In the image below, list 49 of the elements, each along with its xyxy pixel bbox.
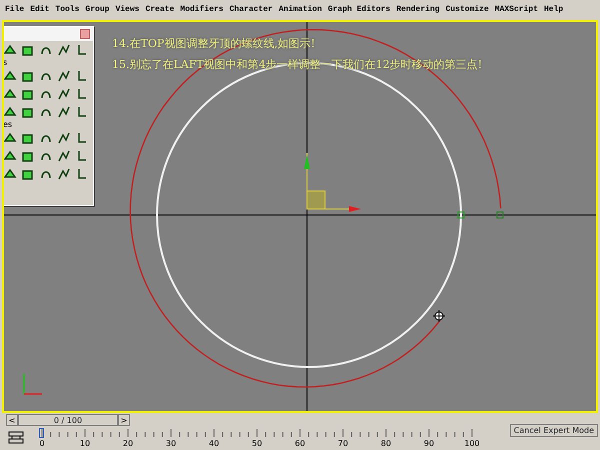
tool-icon[interactable] — [4, 167, 17, 181]
frame-number: 80 — [380, 438, 392, 450]
tool-icon[interactable] — [57, 105, 71, 119]
menu-item[interactable]: Group — [85, 4, 110, 16]
menu-item[interactable]: Modifiers — [180, 4, 224, 16]
menu-item[interactable]: Create — [145, 4, 174, 16]
frame-number: 70 — [338, 438, 348, 450]
frame-number: 50 — [252, 438, 262, 450]
tool-icon[interactable] — [4, 105, 17, 119]
move-cursor-icon — [432, 310, 446, 322]
menu-item[interactable]: Tools — [55, 4, 80, 16]
frame-number: 0 — [39, 438, 45, 450]
menu-item[interactable]: Rendering — [396, 4, 440, 16]
menu-item[interactable]: Character — [229, 4, 273, 16]
tool-icon[interactable] — [57, 87, 71, 101]
vertex-marker[interactable] — [458, 212, 464, 218]
world-axis-icon — [23, 374, 42, 395]
key-filter-icon[interactable] — [8, 430, 24, 444]
frame-number: 20 — [122, 438, 134, 450]
menu-item[interactable]: File — [5, 4, 24, 16]
previous-frame-button[interactable]: < — [6, 414, 18, 426]
menu-item[interactable]: Animation — [278, 4, 322, 16]
menu-item[interactable]: Views — [115, 4, 140, 16]
menu-item[interactable]: Help — [544, 4, 564, 16]
vertex-marker[interactable] — [496, 212, 504, 218]
tool-icon[interactable] — [57, 131, 71, 145]
menu-item[interactable]: MAXScript — [494, 4, 538, 16]
menu-item[interactable]: Edit — [30, 4, 50, 16]
frame-number: 60 — [294, 438, 306, 450]
tool-icon[interactable] — [57, 167, 71, 181]
tool-icon[interactable] — [4, 69, 17, 83]
frame-number: 10 — [80, 438, 90, 450]
tool-icon[interactable] — [4, 149, 17, 163]
tool-icon[interactable] — [4, 131, 17, 145]
next-frame-button[interactable]: > — [118, 414, 130, 426]
tool-icon[interactable] — [57, 69, 71, 83]
tool-icon[interactable] — [57, 149, 71, 163]
tool-icon[interactable] — [4, 87, 17, 101]
cancel-expert-mode-button[interactable]: Cancel Expert Mode — [510, 424, 598, 437]
current-frame-marker[interactable] — [39, 428, 44, 438]
frame-number: 40 — [208, 438, 220, 450]
tool-icon[interactable] — [57, 43, 71, 57]
tool-icon[interactable] — [4, 43, 17, 57]
menu-item[interactable]: Graph Editors — [328, 4, 390, 16]
frame-number: 30 — [166, 438, 176, 450]
frame-number: 90 — [424, 438, 434, 450]
menu-item[interactable]: Customize — [446, 4, 489, 16]
frame-number: 100 — [464, 438, 480, 450]
time-slider-thumb[interactable]: 0 / 100 — [18, 414, 118, 426]
